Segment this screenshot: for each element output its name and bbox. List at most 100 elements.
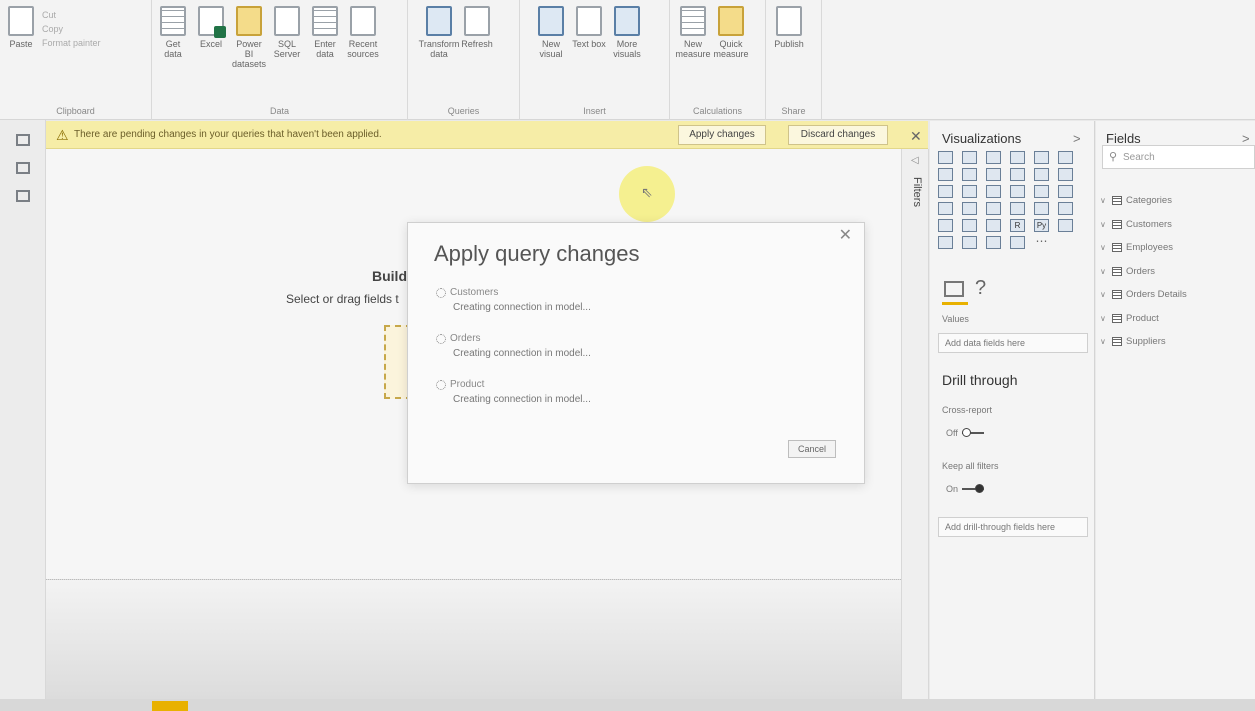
table-item-orders[interactable]: ∨ Orders <box>1100 260 1187 284</box>
paginated-report-icon[interactable] <box>1010 236 1025 249</box>
model-view-icon[interactable] <box>15 190 30 202</box>
table-item-suppliers[interactable]: ∨ Suppliers <box>1100 330 1187 354</box>
matrix-icon[interactable] <box>986 219 1001 232</box>
waterfall-icon[interactable] <box>1058 168 1073 181</box>
multi-row-card-icon[interactable] <box>1034 202 1049 215</box>
transform-data-button[interactable]: Transform data <box>419 6 459 86</box>
table-item-orders-details[interactable]: ∨ Orders Details <box>1100 283 1187 307</box>
new-visual-button[interactable]: New visual <box>534 6 568 86</box>
card-icon[interactable] <box>1010 202 1025 215</box>
scatter-icon[interactable] <box>986 185 1001 198</box>
table-icon <box>1112 266 1122 276</box>
table-item-product[interactable]: ∨ Product <box>1100 307 1187 331</box>
cross-report-toggle[interactable]: Off <box>946 428 984 438</box>
collapse-chevron-icon[interactable]: > <box>1073 131 1081 146</box>
recent-sources-button[interactable]: Recent sources <box>346 6 380 86</box>
refresh-button[interactable]: Refresh <box>460 6 494 86</box>
qa-icon[interactable] <box>962 236 977 249</box>
clustered-bar-icon[interactable] <box>986 151 1001 164</box>
enter-data-button[interactable]: Enter data <box>308 6 342 86</box>
new-measure-button[interactable]: New measure <box>676 6 711 86</box>
paste-button[interactable]: Paste <box>4 6 38 86</box>
table-item-categories[interactable]: ∨ Categories <box>1100 189 1187 213</box>
collapse-chevron-icon[interactable]: > <box>1242 131 1250 146</box>
map-icon[interactable] <box>938 202 953 215</box>
pie-chart-icon[interactable] <box>1010 185 1025 198</box>
table-icon <box>1112 313 1122 323</box>
warning-icon: ⚠ <box>56 127 69 143</box>
column-100-icon[interactable] <box>1058 151 1073 164</box>
excel-button[interactable]: Excel <box>194 6 228 86</box>
queries-group: Transform data Refresh Queries <box>408 0 520 120</box>
donut-chart-icon[interactable] <box>1034 185 1049 198</box>
chevron-down-icon: ∨ <box>1100 290 1106 300</box>
smart-narrative-icon[interactable] <box>986 236 1001 249</box>
cancel-button[interactable]: Cancel <box>788 440 836 458</box>
bar-100-icon[interactable] <box>1034 151 1049 164</box>
apply-changes-button[interactable]: Apply changes <box>678 125 766 145</box>
query-item-customers: Customers Creating connection in model..… <box>436 287 591 313</box>
clustered-column-icon[interactable] <box>1010 151 1025 164</box>
table-icon <box>1112 290 1122 300</box>
discard-changes-button[interactable]: Discard changes <box>788 125 888 145</box>
shape-map-icon[interactable] <box>986 202 1001 215</box>
visualizations-pane: Visualizations > R Py ⋯ ? Values Add dat… <box>930 121 1095 699</box>
data-group-label: Data <box>269 106 289 116</box>
stacked-area-icon[interactable] <box>986 168 1001 181</box>
python-icon[interactable]: Py <box>1034 219 1049 232</box>
bar-chart-icon <box>538 6 564 36</box>
table-icon <box>312 6 338 36</box>
page-tab[interactable] <box>152 701 188 711</box>
dialog-close-icon[interactable]: ✕ <box>839 225 852 245</box>
funnel-icon[interactable] <box>938 185 953 198</box>
treemap-icon[interactable] <box>1058 185 1073 198</box>
table-item-customers[interactable]: ∨ Customers <box>1100 213 1187 237</box>
line-column-icon[interactable] <box>1010 168 1025 181</box>
slicer-icon[interactable] <box>938 219 953 232</box>
table-item-employees[interactable]: ∨ Employees <box>1100 236 1187 260</box>
copy-button[interactable]: Copy <box>42 24 101 34</box>
drill-through-well[interactable]: Add drill-through fields here <box>938 517 1088 537</box>
clipboard-group-label: Clipboard <box>56 106 95 116</box>
data-group: Get data Excel Power BI datasets SQL Ser… <box>152 0 408 120</box>
format-painter-button[interactable]: Format painter <box>42 38 101 48</box>
dialog-title: Apply query changes <box>434 241 640 266</box>
quick-measure-button[interactable]: Quick measure <box>714 6 749 86</box>
transform-icon <box>426 6 452 36</box>
stacked-column-icon[interactable] <box>962 151 977 164</box>
more-visuals-icon[interactable]: ⋯ <box>1034 235 1049 249</box>
key-influencers-icon[interactable] <box>1058 219 1073 232</box>
filter-visual-icon[interactable] <box>962 185 977 198</box>
keep-filters-toggle[interactable]: On <box>946 484 985 494</box>
report-view-icon[interactable] <box>15 134 30 146</box>
table-visual-icon[interactable] <box>962 219 977 232</box>
calculations-group: New measure Quick measure Calculations <box>670 0 766 120</box>
more-visuals-button[interactable]: More visuals <box>610 6 644 86</box>
cut-button[interactable]: Cut <box>42 10 101 20</box>
filled-map-icon[interactable] <box>962 202 977 215</box>
sql-server-button[interactable]: SQL Server <box>270 6 304 86</box>
drill-through-title: Drill through <box>942 372 1018 388</box>
power-bi-datasets-button[interactable]: Power BI datasets <box>232 6 266 86</box>
stacked-bar-icon[interactable] <box>938 151 953 164</box>
filters-pane[interactable]: ◁ Filters <box>901 149 929 699</box>
text-box-button[interactable]: Text box <box>572 6 606 86</box>
kpi-icon[interactable] <box>1058 202 1073 215</box>
chevron-down-icon: ∨ <box>1100 219 1106 229</box>
values-well[interactable]: Add data fields here <box>938 333 1088 353</box>
collapse-arrow-icon[interactable]: ◁ <box>911 155 919 166</box>
decomposition-tree-icon[interactable] <box>938 236 953 249</box>
area-chart-icon[interactable] <box>962 168 977 181</box>
ribbon-chart-icon[interactable] <box>1034 168 1049 181</box>
line-chart-icon[interactable] <box>938 168 953 181</box>
close-icon[interactable]: ✕ <box>910 128 922 145</box>
search-input[interactable]: ⚲ Search <box>1102 145 1255 169</box>
r-script-icon[interactable]: R <box>1010 219 1025 232</box>
get-data-button[interactable]: Get data <box>156 6 190 86</box>
format-paint-roller-icon[interactable]: ? <box>975 277 986 300</box>
fields-tab-icon[interactable] <box>944 281 964 297</box>
publish-button[interactable]: Publish <box>772 6 806 86</box>
sql-icon <box>274 6 300 36</box>
data-view-icon[interactable] <box>15 162 30 174</box>
table-icon <box>1112 337 1122 347</box>
